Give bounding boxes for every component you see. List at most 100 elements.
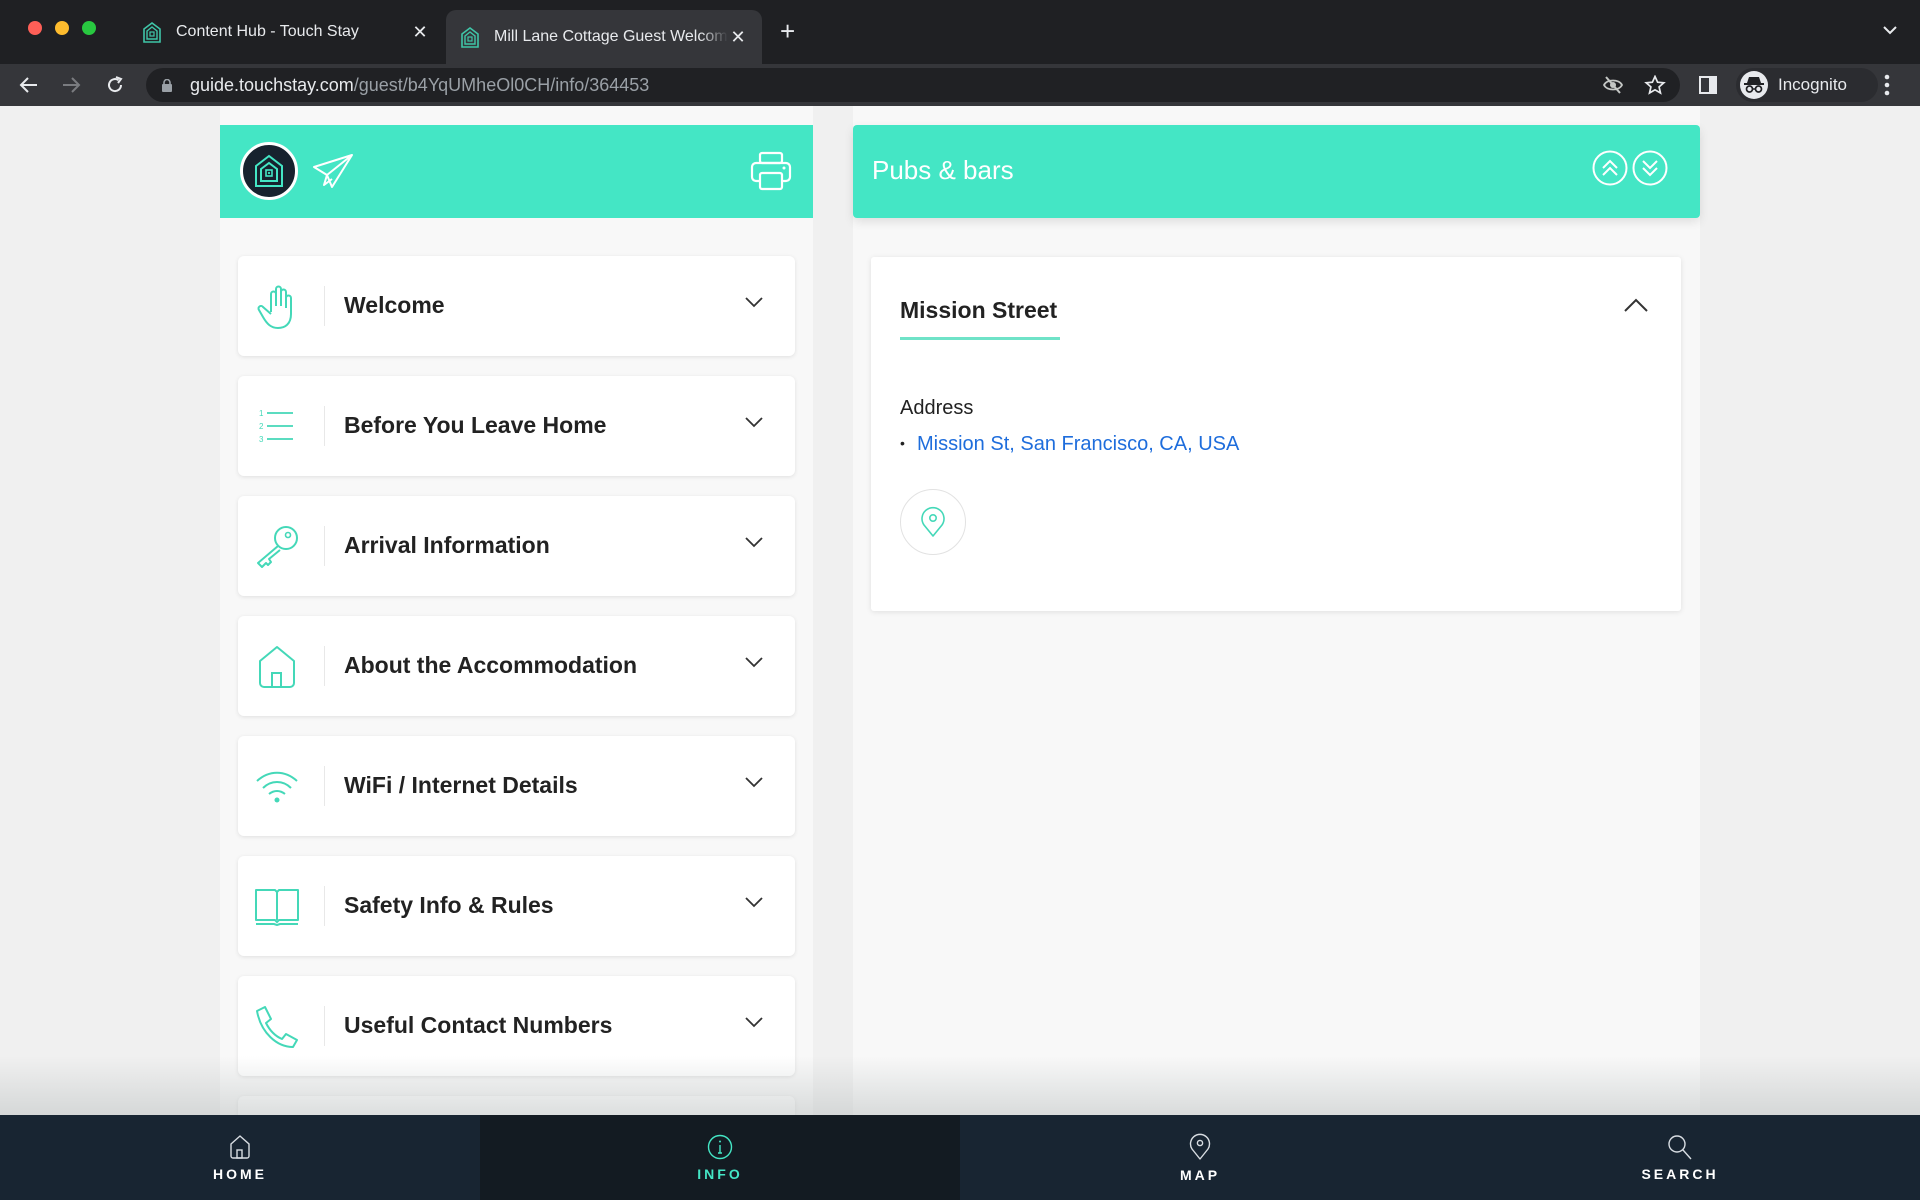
menu-item-welcome[interactable]: Welcome: [238, 256, 795, 356]
numbered-list-icon: 1 2 3: [254, 404, 300, 450]
forward-button[interactable]: [58, 72, 84, 98]
window-close-button[interactable]: [28, 21, 42, 35]
divider: [324, 286, 325, 326]
nav-info[interactable]: INFO: [480, 1115, 960, 1200]
home-icon: [230, 1134, 250, 1159]
url-path: /guest/b4YqUMheOl0CH/info/364453: [353, 75, 650, 95]
eye-slash-icon[interactable]: [1602, 75, 1624, 95]
menu-item-partial[interactable]: [238, 1096, 795, 1115]
key-icon: [254, 524, 300, 570]
paper-plane-send-icon[interactable]: [312, 153, 354, 189]
nav-search[interactable]: SEARCH: [1440, 1115, 1920, 1200]
nav-label: HOME: [213, 1165, 267, 1182]
show-on-map-button[interactable]: [900, 489, 966, 555]
menu-item-label: Arrival Information: [344, 532, 550, 558]
divider: [324, 406, 325, 446]
map-pin-icon: [1189, 1133, 1211, 1160]
browser-titlebar: Content Hub - Touch Stay ✕ Mill Lane Cot…: [0, 0, 1920, 64]
category-header: Pubs & bars: [853, 125, 1700, 218]
collapse-all-icon[interactable]: [1592, 150, 1628, 186]
lock-icon: [162, 79, 172, 92]
touchstay-logo[interactable]: [240, 142, 298, 200]
menu-item-label: Safety Info & Rules: [344, 892, 554, 918]
phone-icon: [254, 1004, 300, 1050]
divider: [324, 766, 325, 806]
reload-icon: [108, 76, 123, 93]
divider: [324, 886, 325, 926]
svg-text:3: 3: [259, 435, 264, 444]
menu-item-useful-contact-numbers[interactable]: Useful Contact Numbers: [238, 976, 795, 1076]
svg-text:1: 1: [259, 409, 264, 418]
address-link[interactable]: Mission St, San Francisco, CA, USA: [917, 433, 1239, 456]
browser-tab-guest-welcome[interactable]: Mill Lane Cottage Guest Welcome ✕: [446, 10, 762, 64]
menu-item-label: Before You Leave Home: [344, 412, 607, 438]
url-text[interactable]: guide.touchstay.com/guest/b4YqUMheOl0CH/…: [190, 75, 649, 96]
browser-toolbar: guide.touchstay.com/guest/b4YqUMheOl0CH/…: [0, 64, 1920, 106]
category-title: Pubs & bars: [872, 155, 1014, 185]
nav-label: SEARCH: [1641, 1165, 1719, 1182]
nav-map[interactable]: MAP: [960, 1115, 1440, 1200]
tab-close-icon[interactable]: ✕: [728, 27, 748, 48]
map-pin-icon: [921, 506, 945, 537]
place-card: Mission Street Address • Mission St, San…: [871, 257, 1681, 611]
menu-item-label: WiFi / Internet Details: [344, 772, 578, 798]
address-bar[interactable]: guide.touchstay.com/guest/b4YqUMheOl0CH/…: [146, 68, 1680, 102]
tab-title: Content Hub - Touch Stay: [176, 23, 359, 40]
menu-item-label: About the Accommodation: [344, 652, 638, 678]
bottom-navigation: HOME INFO MAP SEARCH: [0, 1115, 1920, 1200]
nav-label: INFO: [697, 1165, 743, 1182]
svg-text:2: 2: [259, 422, 264, 431]
chevron-down-icon[interactable]: [744, 536, 764, 548]
printer-icon[interactable]: [750, 151, 792, 191]
guide-menu-panel: Welcome 1 2 3 Before You Leave Home Arriva…: [220, 106, 813, 1115]
tab-close-icon[interactable]: ✕: [410, 22, 430, 43]
browser-tab-content-hub[interactable]: Content Hub - Touch Stay ✕: [128, 10, 444, 54]
nav-label: MAP: [1179, 1166, 1221, 1183]
chevron-down-icon[interactable]: [744, 656, 764, 668]
menu-item-about-the-accommodation[interactable]: About the Accommodation: [238, 616, 795, 716]
chevron-up-icon[interactable]: [1623, 297, 1649, 313]
title-underline: [900, 337, 1060, 340]
tab-list-chevron-icon[interactable]: [1882, 24, 1898, 36]
back-button[interactable]: [16, 72, 42, 98]
content-panel: Pubs & bars Mission Street Address • Mis…: [853, 106, 1700, 1115]
chevron-down-icon[interactable]: [744, 776, 764, 788]
chevron-down-icon[interactable]: [744, 1016, 764, 1028]
divider: [324, 526, 325, 566]
menu-item-label: Welcome: [344, 292, 445, 318]
expand-all-icon[interactable]: [1632, 150, 1668, 186]
menu-item-before-you-leave-home[interactable]: 1 2 3 Before You Leave Home: [238, 376, 795, 476]
touchstay-house-icon: [461, 27, 479, 48]
menu-item-arrival-information[interactable]: Arrival Information: [238, 496, 795, 596]
bullet: •: [900, 435, 905, 451]
guide-header: [220, 125, 813, 218]
search-icon: [1668, 1134, 1692, 1159]
touchstay-house-icon: [143, 22, 161, 43]
menu-item-safety-info-rules[interactable]: Safety Info & Rules: [238, 856, 795, 956]
divider: [324, 646, 325, 686]
divider: [324, 1006, 325, 1046]
side-panel-icon[interactable]: [1699, 76, 1717, 94]
nav-home[interactable]: HOME: [0, 1115, 480, 1200]
new-tab-button[interactable]: +: [780, 18, 795, 44]
chevron-down-icon[interactable]: [744, 296, 764, 308]
menu-item-wifi-internet-details[interactable]: WiFi / Internet Details: [238, 736, 795, 836]
incognito-profile-button[interactable]: Incognito: [1736, 68, 1878, 102]
star-bookmark-icon[interactable]: [1644, 75, 1666, 95]
info-icon: [707, 1134, 733, 1159]
menu-item-label: Useful Contact Numbers: [344, 1012, 613, 1038]
reload-button[interactable]: [102, 72, 128, 98]
chevron-down-icon[interactable]: [744, 416, 764, 428]
page-content: Welcome 1 2 3 Before You Leave Home Arriva…: [0, 106, 1920, 1115]
window-zoom-button[interactable]: [82, 21, 96, 35]
touchstay-house-icon: [255, 154, 283, 187]
house-icon: [254, 644, 300, 690]
chevron-down-icon[interactable]: [744, 896, 764, 908]
hand-wave-icon: [254, 284, 300, 330]
browser-menu-icon[interactable]: [1884, 74, 1890, 96]
address-label: Address: [900, 397, 974, 419]
window-minimize-button[interactable]: [55, 21, 69, 35]
arrow-right-icon: [63, 77, 81, 93]
profile-label: Incognito: [1778, 75, 1847, 94]
wifi-icon: [254, 764, 300, 810]
